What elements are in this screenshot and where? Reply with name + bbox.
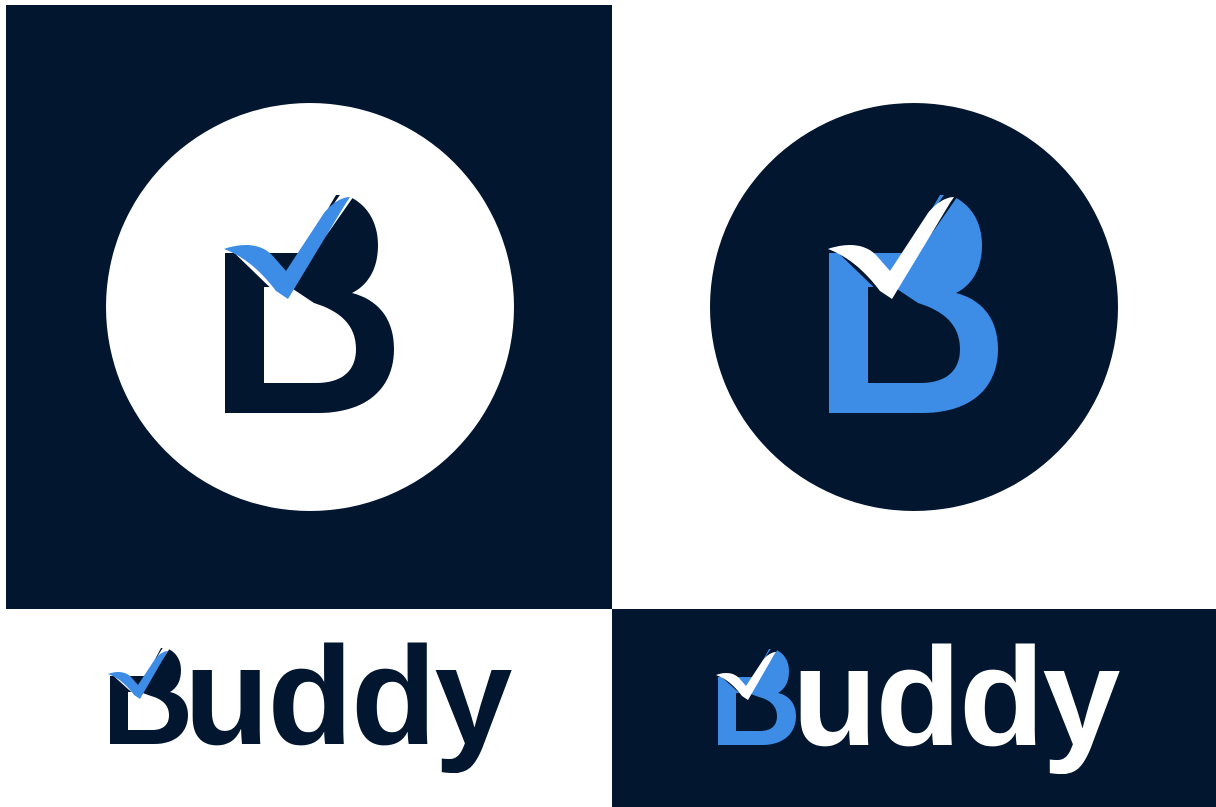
logo-tile-dark-disc xyxy=(612,5,1216,609)
wordmark-logo: uddy xyxy=(108,617,515,774)
wordmark-text: uddy xyxy=(184,617,513,774)
logo-disc-white xyxy=(106,103,514,511)
wordmark-tile-dark: uddy xyxy=(612,609,1216,807)
logo-tile-light-disc xyxy=(6,5,612,609)
wordmark-logo: uddy xyxy=(716,618,1123,775)
b-checkmark-icon xyxy=(224,189,394,413)
b-checkmark-icon xyxy=(828,189,998,413)
b-letter-shape xyxy=(829,195,998,413)
wordmark-tile-light: uddy xyxy=(6,609,612,807)
b-letter-shape xyxy=(225,195,394,413)
logo-disc-navy xyxy=(710,103,1118,511)
wordmark-text: uddy xyxy=(792,618,1121,775)
b-letter-shape xyxy=(110,648,188,744)
b-letter-shape xyxy=(718,649,796,745)
